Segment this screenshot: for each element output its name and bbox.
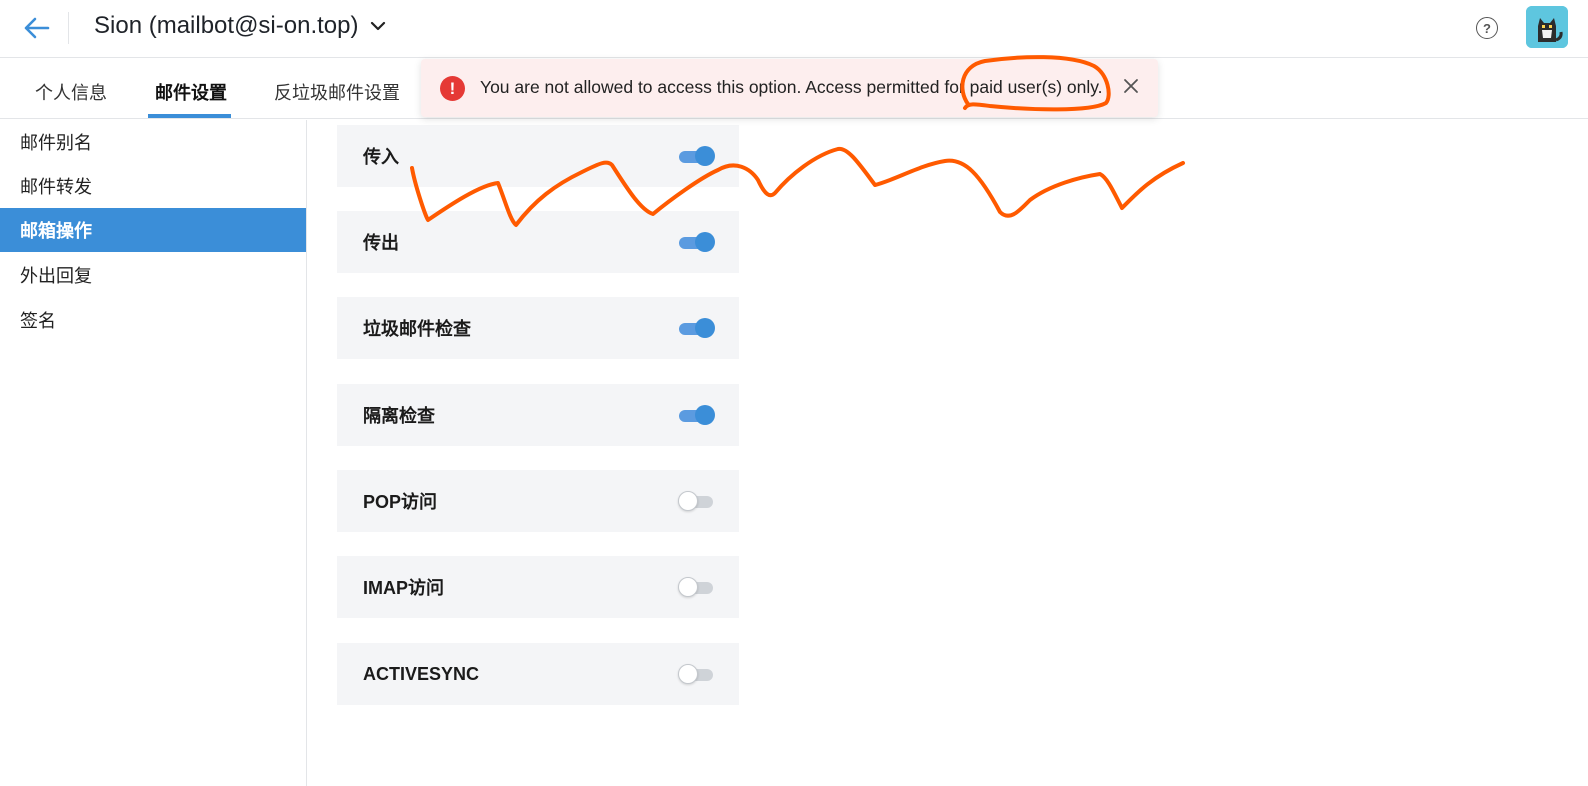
access-denied-alert: ! You are not allowed to access this opt…: [421, 59, 1158, 117]
incoming-toggle[interactable]: [679, 146, 715, 166]
sidebar-item-label: 外出回复: [20, 266, 92, 286]
sidebar-item-out-of-office[interactable]: 外出回复: [0, 253, 306, 297]
sidebar-item-label: 邮件别名: [20, 133, 92, 153]
sidebar-item-label: 邮箱操作: [20, 221, 92, 241]
error-glyph: !: [449, 78, 456, 98]
alert-close-button[interactable]: [1120, 75, 1142, 97]
sidebar-item-label: 邮件转发: [20, 177, 92, 197]
help-glyph: ?: [1483, 20, 1491, 36]
pop-access-toggle[interactable]: [678, 491, 713, 511]
account-title: Sion (mailbot@si-on.top): [94, 12, 359, 39]
outgoing-toggle[interactable]: [679, 232, 715, 252]
activesync-toggle[interactable]: [678, 664, 713, 684]
toggle-knob: [695, 146, 715, 166]
error-exclamation-icon: !: [440, 76, 465, 101]
sidebar-item-label: 签名: [20, 311, 56, 331]
setting-row-imap-access: IMAP访问: [337, 556, 739, 618]
tab-personal-info[interactable]: 个人信息: [35, 79, 107, 105]
sidebar-item-signature[interactable]: 签名: [0, 298, 306, 342]
back-button[interactable]: [16, 10, 56, 46]
setting-row-activesync: ACTIVESYNC: [337, 643, 739, 705]
setting-row-outgoing: 传出: [337, 211, 739, 273]
top-header: Sion (mailbot@si-on.top) ?: [0, 0, 1588, 58]
alert-message: You are not allowed to access this optio…: [480, 77, 1103, 97]
arrow-left-icon: [24, 17, 50, 39]
tab-mail-settings[interactable]: 邮件设置: [155, 79, 227, 105]
setting-label: 传入: [363, 147, 399, 167]
toggle-knob: [695, 232, 715, 252]
setting-label: POP访问: [363, 492, 438, 512]
setting-label: ACTIVESYNC: [363, 663, 480, 684]
setting-label: 垃圾邮件检查: [363, 319, 471, 339]
cat-avatar-icon: [1526, 6, 1568, 48]
avatar[interactable]: [1526, 6, 1568, 48]
toggle-knob: [695, 405, 715, 425]
setting-label: 隔离检查: [363, 406, 435, 426]
quarantine-check-toggle[interactable]: [679, 405, 715, 425]
sidebar-item-mailbox-actions[interactable]: 邮箱操作: [0, 208, 306, 252]
account-switcher[interactable]: Sion (mailbot@si-on.top): [94, 12, 388, 40]
toggle-knob: [678, 664, 698, 684]
question-circle-icon[interactable]: ?: [1476, 17, 1498, 39]
sidebar: 邮件别名 邮件转发 邮箱操作 外出回复 签名: [0, 120, 307, 786]
setting-label: IMAP访问: [363, 578, 444, 598]
setting-label: 传出: [363, 233, 399, 253]
setting-row-pop-access: POP访问: [337, 470, 739, 532]
setting-row-spam-check: 垃圾邮件检查: [337, 297, 739, 359]
spam-check-toggle[interactable]: [679, 318, 715, 338]
chevron-down-icon: [371, 21, 386, 31]
imap-access-toggle[interactable]: [678, 577, 713, 597]
toggle-knob: [695, 318, 715, 338]
header-divider: [68, 12, 69, 44]
toggle-knob: [678, 491, 698, 511]
close-icon: [1124, 79, 1138, 93]
setting-row-incoming: 传入: [337, 125, 739, 187]
sidebar-item-mail-forwarding[interactable]: 邮件转发: [0, 164, 306, 208]
active-tab-indicator: [148, 114, 231, 118]
sidebar-item-mail-alias[interactable]: 邮件别名: [0, 120, 306, 164]
toggle-knob: [678, 577, 698, 597]
tab-antispam-settings[interactable]: 反垃圾邮件设置: [274, 79, 400, 105]
setting-row-quarantine-check: 隔离检查: [337, 384, 739, 446]
